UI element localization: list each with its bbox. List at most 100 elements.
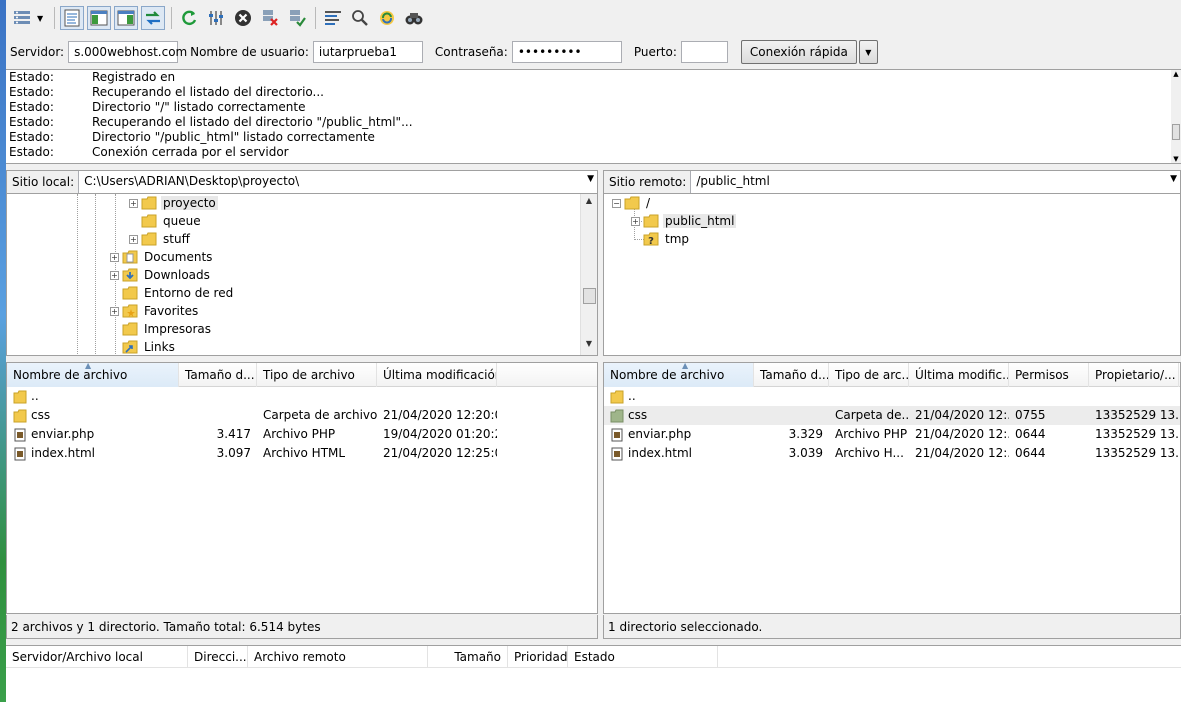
toggle-log-icon[interactable] bbox=[60, 6, 84, 30]
disconnect-icon[interactable] bbox=[258, 6, 282, 30]
remote-path-combo[interactable]: /public_html ▼ bbox=[690, 171, 1180, 193]
expand-icon[interactable]: + bbox=[110, 306, 119, 316]
expand-icon[interactable]: + bbox=[110, 270, 119, 280]
file-row[interactable]: .. bbox=[604, 387, 1180, 406]
log-scroll-thumb[interactable] bbox=[1172, 124, 1180, 140]
column-header-type[interactable]: Tipo de archivo bbox=[257, 363, 377, 387]
host-label: Servidor: bbox=[10, 45, 65, 59]
process-queue-icon[interactable] bbox=[204, 6, 228, 30]
tree-item-downloads[interactable]: + Downloads bbox=[110, 266, 212, 284]
file-owner: 13352529 13... bbox=[1095, 408, 1179, 422]
queue-column-size[interactable]: Tamaño bbox=[428, 646, 508, 668]
cancel-icon[interactable] bbox=[231, 6, 255, 30]
tree-item-public-html[interactable]: + public_html bbox=[631, 212, 737, 230]
tree-item-impresoras[interactable]: Impresoras bbox=[110, 320, 213, 338]
file-name: enviar.php bbox=[628, 427, 692, 441]
chevron-down-icon[interactable]: ▼ bbox=[1170, 174, 1177, 184]
column-header-permissions[interactable]: Permisos bbox=[1009, 363, 1089, 387]
chevron-down-icon[interactable]: ▼ bbox=[587, 174, 594, 184]
quickconnect-button[interactable]: Conexión rápida bbox=[740, 40, 857, 64]
expand-icon[interactable]: + bbox=[129, 198, 138, 208]
file-row[interactable]: .. bbox=[7, 387, 597, 406]
sync-browse-icon[interactable] bbox=[375, 6, 399, 30]
column-header-modified[interactable]: Última modific... bbox=[909, 363, 1009, 387]
username-input[interactable]: iutarprueba1 bbox=[312, 41, 423, 63]
expand-icon[interactable]: + bbox=[631, 216, 640, 226]
tree-item-documents[interactable]: + Documents bbox=[110, 248, 214, 266]
reconnect-icon[interactable] bbox=[285, 6, 309, 30]
local-tree-scroll-thumb[interactable] bbox=[583, 288, 596, 304]
quickconnect-dropdown-button[interactable]: ▼ bbox=[858, 40, 878, 64]
file-size bbox=[754, 387, 829, 406]
remote-file-list[interactable]: ▲ Nombre de archivo Tamaño d... Tipo de a… bbox=[603, 362, 1181, 614]
expand-icon[interactable]: + bbox=[110, 252, 119, 262]
remote-site-label: Sitio remoto: bbox=[609, 175, 687, 189]
file-modified: 21/04/2020 12:... bbox=[915, 446, 1009, 460]
toggle-queue-icon[interactable] bbox=[141, 6, 165, 30]
column-label: Permisos bbox=[1015, 368, 1069, 382]
file-row[interactable]: enviar.php 3.417 Archivo PHP 19/04/2020 … bbox=[7, 425, 597, 444]
toggle-local-tree-icon[interactable] bbox=[87, 6, 111, 30]
password-input[interactable]: ••••••••• bbox=[511, 41, 622, 63]
column-header-name[interactable]: ▲ Nombre de archivo bbox=[7, 363, 179, 387]
collapse-icon[interactable]: − bbox=[612, 198, 621, 208]
file-row[interactable]: enviar.php 3.329 Archivo PHP 21/04/2020 … bbox=[604, 425, 1180, 444]
column-header-size[interactable]: Tamaño d... bbox=[179, 363, 257, 387]
local-path-combo[interactable]: C:\Users\ADRIAN\Desktop\proyecto\ ▼ bbox=[78, 171, 597, 193]
tree-item-stuff[interactable]: + stuff bbox=[129, 230, 192, 248]
expand-icon[interactable]: + bbox=[129, 234, 138, 244]
file-name: css bbox=[31, 408, 51, 422]
search-icon[interactable] bbox=[402, 6, 426, 30]
column-header-type[interactable]: Tipo de arc... bbox=[829, 363, 909, 387]
php-file-icon bbox=[611, 428, 623, 441]
toggle-remote-tree-icon[interactable] bbox=[114, 6, 138, 30]
scroll-down-icon[interactable]: ▼ bbox=[1171, 155, 1181, 163]
local-file-list[interactable]: ▲ Nombre de archivo Tamaño d... Tipo de a… bbox=[6, 362, 598, 614]
dropdown-arrow-icon[interactable]: ▼ bbox=[37, 14, 45, 23]
column-header-owner[interactable]: Propietario/... bbox=[1089, 363, 1179, 387]
tree-item-links[interactable]: Links bbox=[110, 338, 177, 355]
tree-item-label: tmp bbox=[665, 232, 690, 246]
log-row: Estado: Directorio "/public_html" listado… bbox=[6, 130, 1181, 145]
log-scrollbar[interactable]: ▲ ▼ bbox=[1171, 70, 1181, 163]
transfer-queue[interactable]: Servidor/Archivo local Direcci... Archiv… bbox=[6, 645, 1181, 702]
tree-item-proyecto[interactable]: + proyecto bbox=[129, 194, 218, 212]
tree-item-favorites[interactable]: + Favorites bbox=[110, 302, 200, 320]
tree-item-root[interactable]: − / bbox=[612, 194, 652, 212]
local-directory-tree[interactable]: + proyecto queue + stuff + Documents + D… bbox=[6, 194, 598, 356]
file-row[interactable]: css Carpeta de archivos 21/04/2020 12:20… bbox=[7, 406, 597, 425]
column-header-size[interactable]: Tamaño d... bbox=[754, 363, 829, 387]
tree-item-tmp[interactable]: ? tmp bbox=[631, 230, 691, 248]
refresh-icon[interactable] bbox=[177, 6, 201, 30]
file-permissions: 0644 bbox=[1015, 427, 1046, 441]
tree-item-queue[interactable]: queue bbox=[129, 212, 203, 230]
queue-column-priority[interactable]: Prioridad bbox=[508, 646, 568, 668]
column-header-name[interactable]: ▲ Nombre de archivo bbox=[604, 363, 754, 387]
queue-column-status[interactable]: Estado bbox=[568, 646, 718, 668]
file-row[interactable]: index.html 3.039 Archivo H... 21/04/2020… bbox=[604, 444, 1180, 463]
file-name: index.html bbox=[31, 446, 95, 460]
local-tree-scrollbar[interactable]: ▲ ▼ bbox=[580, 194, 597, 355]
site-manager-icon[interactable] bbox=[10, 6, 34, 30]
queue-column-local-file[interactable]: Servidor/Archivo local bbox=[6, 646, 188, 668]
file-modified: 21/04/2020 12:25:0... bbox=[383, 446, 497, 460]
scroll-up-icon[interactable]: ▲ bbox=[581, 196, 597, 210]
port-input[interactable] bbox=[680, 41, 728, 63]
tree-item-entorno-de-red[interactable]: Entorno de red bbox=[110, 284, 235, 302]
file-modified: 21/04/2020 12:... bbox=[915, 408, 1009, 422]
column-header-modified[interactable]: Última modificación bbox=[377, 363, 497, 387]
remote-path-text: /public_html bbox=[696, 174, 770, 188]
host-input[interactable]: s.000webhost.com bbox=[68, 41, 187, 63]
file-row[interactable]: index.html 3.097 Archivo HTML 21/04/2020… bbox=[7, 444, 597, 463]
file-modified bbox=[377, 387, 497, 406]
queue-column-remote-file[interactable]: Archivo remoto bbox=[248, 646, 428, 668]
scroll-down-icon[interactable]: ▼ bbox=[581, 339, 597, 353]
compare-icon[interactable] bbox=[348, 6, 372, 30]
scroll-up-icon[interactable]: ▲ bbox=[1171, 70, 1181, 78]
queue-column-direction[interactable]: Direcci... bbox=[188, 646, 248, 668]
remote-directory-tree[interactable]: − / + public_html ? tmp bbox=[603, 194, 1181, 356]
html-file-icon bbox=[14, 447, 26, 460]
file-row[interactable]: css Carpeta de... 21/04/2020 12:... 0755… bbox=[604, 406, 1180, 425]
message-log[interactable]: Estado: Registrado en Estado: Recuperando … bbox=[6, 69, 1181, 164]
filter-icon[interactable] bbox=[321, 6, 345, 30]
